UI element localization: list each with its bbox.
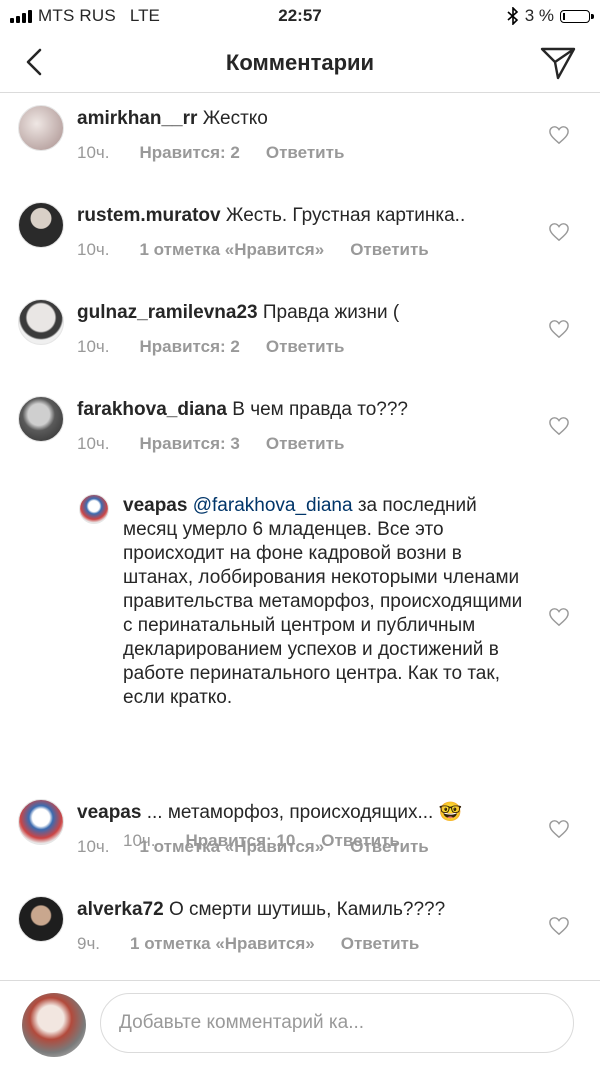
- comment-body: В чем правда то???: [232, 399, 408, 420]
- reply-button[interactable]: Ответить: [266, 434, 345, 454]
- comment-text: farakhova_diana В чем правда то???: [77, 398, 537, 422]
- avatar[interactable]: [18, 799, 64, 845]
- comment-meta: 10ч. 1 отметка «Нравится» Ответить: [77, 240, 429, 260]
- my-avatar: [22, 993, 86, 1057]
- comment-username[interactable]: rustem.muratov: [77, 205, 221, 226]
- comment-username[interactable]: veapas: [77, 802, 141, 823]
- comment-body: за последний месяц умерло 6 младенцев. В…: [123, 495, 523, 708]
- heart-icon[interactable]: [548, 607, 570, 627]
- reply-button[interactable]: Ответить: [266, 143, 345, 163]
- comment-username[interactable]: farakhova_diana: [77, 399, 227, 420]
- comment-text: rustem.muratov Жесть. Грустная картинка.…: [77, 204, 537, 228]
- avatar[interactable]: [18, 202, 64, 248]
- paper-plane-icon[interactable]: [538, 42, 578, 82]
- comment-body: Жестко: [202, 108, 268, 129]
- comment-likes[interactable]: Нравится: 2: [140, 337, 240, 357]
- heart-icon[interactable]: [548, 416, 570, 436]
- comment-text: amirkhan__rr Жестко: [77, 107, 537, 131]
- avatar[interactable]: [79, 494, 109, 524]
- reply-button[interactable]: Ответить: [341, 934, 420, 954]
- comment-body: Жесть. Грустная картинка..: [225, 205, 466, 226]
- comment-time: 10ч.: [77, 143, 110, 162]
- comment-likes[interactable]: 1 отметка «Нравится»: [140, 837, 325, 857]
- comment-meta: 9ч. 1 отметка «Нравится» Ответить: [77, 934, 419, 954]
- comment-input[interactable]: [100, 993, 574, 1053]
- comment-time: 10ч.: [77, 240, 110, 259]
- comment-meta: 10ч. Нравится: 3 Ответить: [77, 434, 344, 454]
- comment-time: 10ч.: [77, 837, 110, 856]
- heart-icon[interactable]: [548, 916, 570, 936]
- heart-icon[interactable]: [548, 819, 570, 839]
- comment-body: Правда жизни (: [262, 302, 400, 323]
- comment-text: veapas ... метаморфоз, происходящих... 🤓: [77, 801, 537, 825]
- status-right: 3 %: [507, 6, 594, 26]
- avatar[interactable]: [18, 299, 64, 345]
- comment-likes[interactable]: 1 отметка «Нравится»: [140, 240, 325, 260]
- reply-button[interactable]: Ответить: [266, 337, 345, 357]
- comment-likes[interactable]: 1 отметка «Нравится»: [130, 934, 315, 954]
- comment-meta: 10ч. Нравится: 2 Ответить: [77, 337, 344, 357]
- bluetooth-icon: [507, 7, 518, 25]
- comment-body: О смерти шутишь, Камиль????: [168, 899, 446, 920]
- comment-username[interactable]: alverka72: [77, 899, 164, 920]
- comment-username[interactable]: veapas: [123, 495, 187, 516]
- reply-button[interactable]: Ответить: [350, 837, 429, 857]
- battery-icon: [560, 9, 594, 23]
- heart-icon[interactable]: [548, 319, 570, 339]
- comment-body: ... метаморфоз, происходящих... 🤓: [146, 802, 463, 823]
- comment-composer: [0, 980, 600, 1067]
- comment-likes[interactable]: Нравится: 2: [140, 143, 240, 163]
- comment-time: 9ч.: [77, 934, 101, 953]
- comment-username[interactable]: amirkhan__rr: [77, 108, 197, 129]
- heart-icon[interactable]: [548, 125, 570, 145]
- comment-username[interactable]: gulnaz_ramilevna23: [77, 302, 258, 323]
- battery-percent: 3 %: [524, 6, 554, 25]
- comment-meta: 10ч. 1 отметка «Нравится» Ответить: [77, 837, 429, 857]
- comment-likes[interactable]: Нравится: 3: [140, 434, 240, 454]
- comment-text: alverka72 О смерти шутишь, Камиль????: [77, 898, 537, 922]
- status-bar: MTS RUS LTE 22:57 3 %: [0, 0, 600, 32]
- comment-text: gulnaz_ramilevna23 Правда жизни (: [77, 301, 537, 325]
- comment-time: 10ч.: [77, 434, 110, 453]
- reply-button[interactable]: Ответить: [350, 240, 429, 260]
- nav-header: Комментарии: [0, 32, 600, 93]
- heart-icon[interactable]: [548, 222, 570, 242]
- comment-mention[interactable]: @farakhova_diana: [193, 495, 353, 516]
- avatar[interactable]: [18, 396, 64, 442]
- comment-time: 10ч.: [77, 337, 110, 356]
- page-title: Комментарии: [225, 50, 375, 75]
- comment-text: veapas @farakhova_diana за последний мес…: [123, 494, 523, 710]
- avatar[interactable]: [18, 896, 64, 942]
- avatar[interactable]: [18, 105, 64, 151]
- comment-meta: 10ч. Нравится: 2 Ответить: [77, 143, 344, 163]
